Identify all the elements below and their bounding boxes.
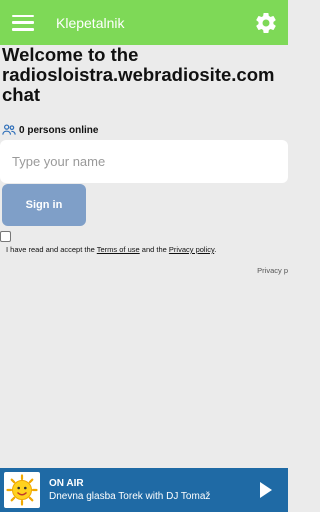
now-playing-info: ON AIR Dnevna glasba Torek with DJ Tomaž	[49, 477, 260, 504]
terms-mid: and the	[139, 245, 169, 254]
online-count-text: 0 persons online	[19, 124, 99, 136]
now-playing-bar[interactable]: ON AIR Dnevna glasba Torek with DJ Tomaž	[0, 468, 288, 512]
sun-icon	[6, 474, 38, 506]
welcome-line-1: Welcome to the	[2, 44, 139, 65]
app-title: Klepetalnik	[56, 14, 125, 31]
welcome-line-2: radiosloistra.webradiosite.com	[2, 64, 275, 85]
online-count: 0 persons online	[2, 124, 98, 136]
terms-prefix: I have read and accept the	[6, 245, 97, 254]
hamburger-icon[interactable]	[12, 14, 34, 31]
welcome-heading: Welcome to the radiosloistra.webradiosit…	[2, 45, 288, 105]
sign-in-button[interactable]: Sign in	[2, 184, 86, 226]
accept-terms-checkbox[interactable]	[0, 231, 11, 242]
on-air-label: ON AIR	[49, 477, 84, 489]
welcome-line-3: chat	[2, 84, 41, 105]
station-cover	[4, 472, 40, 508]
app-bar: Klepetalnik	[0, 0, 288, 45]
gear-icon[interactable]	[254, 11, 278, 35]
privacy-policy-link[interactable]: Privacy policy	[169, 245, 214, 254]
terms-of-use-link[interactable]: Terms of use	[97, 245, 140, 254]
terms-text: I have read and accept the Terms of use …	[6, 245, 216, 254]
track-title: Dnevna glasba Torek with DJ Tomaž	[49, 490, 211, 502]
people-icon	[2, 124, 16, 135]
terms-suffix: .	[214, 245, 217, 254]
play-icon[interactable]	[260, 482, 272, 498]
name-input[interactable]	[0, 140, 288, 183]
privacy-side-link[interactable]: Privacy p	[257, 266, 288, 275]
